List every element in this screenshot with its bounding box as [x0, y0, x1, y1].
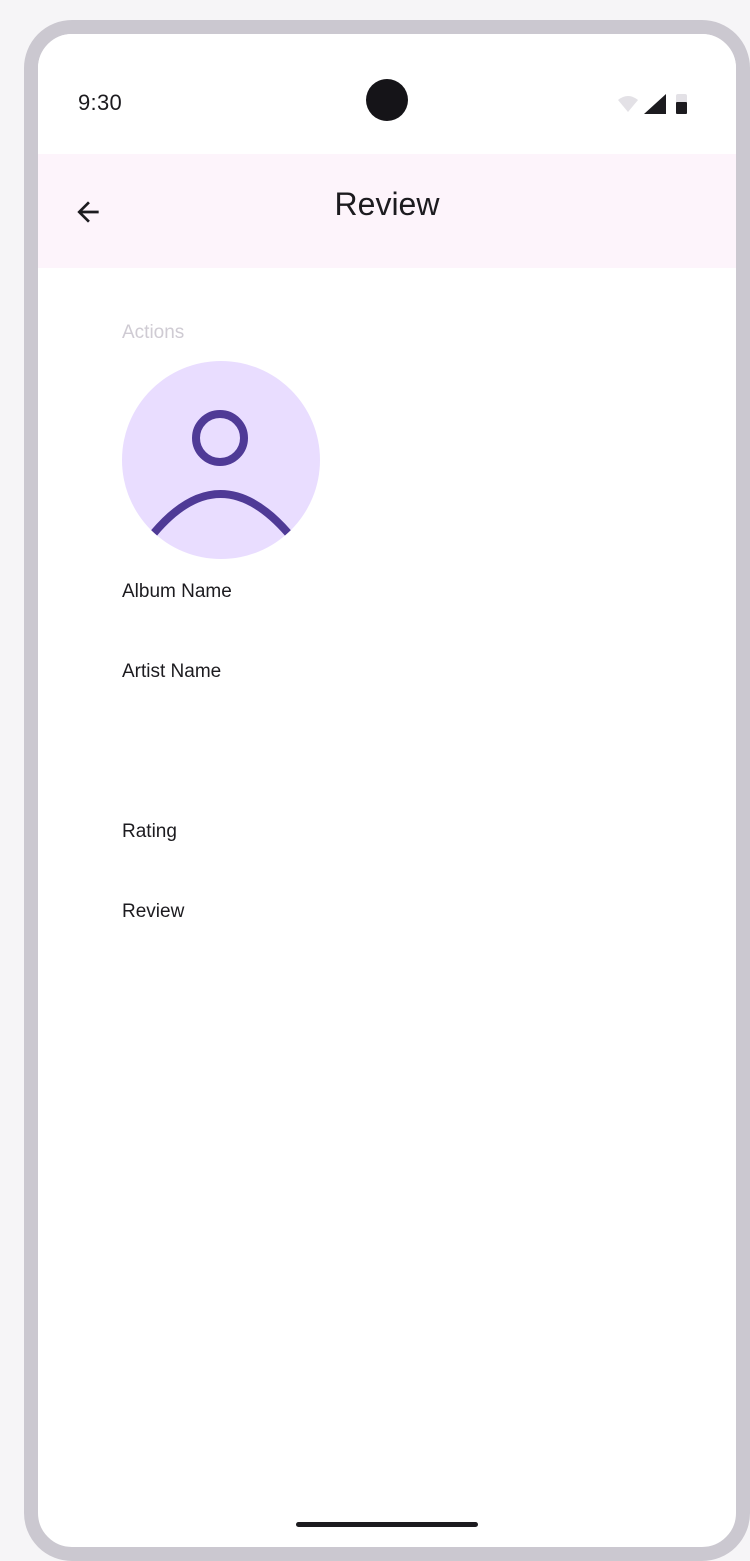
album-avatar: [122, 361, 320, 559]
artist-name-label: Artist Name: [122, 661, 222, 682]
device-frame: 9:30 Review Actions Album Name Artist Na…: [24, 20, 750, 1561]
battery-icon: [676, 94, 687, 114]
person-icon: [150, 410, 292, 536]
top-app-bar: Review: [38, 154, 736, 268]
review-label: Review: [122, 901, 185, 922]
page-title: Review: [334, 186, 440, 222]
actions-label: Actions: [122, 322, 185, 343]
signal-icon: [644, 94, 666, 114]
status-icons: [616, 92, 696, 116]
camera-cutout: [366, 79, 408, 121]
rating-label: Rating: [122, 821, 177, 842]
status-bar: 9:30: [38, 34, 736, 154]
wifi-icon: [618, 96, 638, 112]
status-indicators-icon: [618, 94, 687, 114]
album-name-label: Album Name: [122, 581, 232, 602]
home-indicator[interactable]: [296, 1522, 478, 1527]
status-time: 9:30: [78, 90, 123, 115]
